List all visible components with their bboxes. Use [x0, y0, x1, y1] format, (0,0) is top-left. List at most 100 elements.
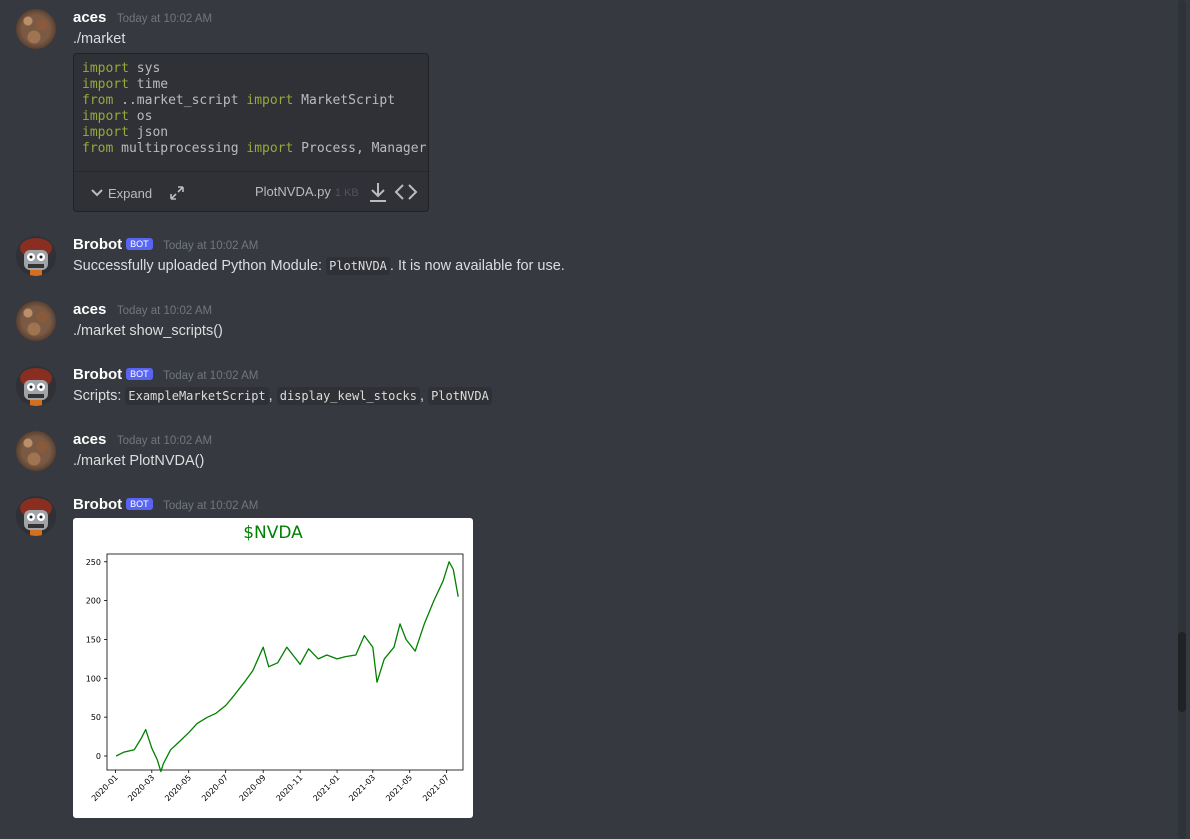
username[interactable]: aces — [73, 9, 106, 26]
view-code-icon[interactable] — [394, 181, 418, 203]
message-text: Successfully uploaded Python Module: Plo… — [73, 257, 565, 275]
x-tick-label: 2021-05 — [384, 773, 414, 803]
code-line: from ..market_script import MarketScript — [82, 93, 426, 109]
timestamp: Today at 10:02 AM — [163, 500, 259, 512]
x-tick-label: 2020-11 — [275, 773, 305, 803]
expand-label: Expand — [108, 185, 153, 201]
code-token: MarketScript — [293, 93, 396, 108]
message-text: ./market — [73, 31, 126, 47]
y-tick-label: 200 — [86, 597, 101, 606]
message-text: ./market show_scripts() — [73, 323, 223, 339]
avatar[interactable] — [16, 366, 56, 406]
code-keyword: from — [82, 93, 114, 108]
message-header: Brobot BOT Today at 10:02 AM — [73, 366, 258, 384]
fullscreen-icon[interactable] — [168, 184, 186, 202]
avatar[interactable] — [16, 496, 56, 536]
file-attachment: import sys import time from ..market_scrip… — [73, 53, 429, 212]
code-line: import json — [82, 125, 426, 141]
bot-avatar-icon — [16, 236, 56, 276]
timestamp: Today at 10:02 AM — [116, 13, 213, 25]
code-preview: import sys import time from ..market_scrip… — [82, 61, 426, 157]
message-header: aces Today at 10:02 AM — [73, 9, 212, 27]
message-header: Brobot BOT Today at 10:02 AM — [73, 496, 258, 514]
bot-avatar-icon — [16, 496, 56, 536]
code-line: import sys — [82, 61, 426, 77]
code-keyword: import — [82, 109, 129, 124]
y-tick-label: 100 — [86, 674, 101, 683]
nvda-chart: $NVDA0501001502002502020-01 2020-03 2020-0… — [86, 523, 464, 803]
inline-code: ExampleMarketScript — [125, 387, 269, 405]
code-line: import os — [82, 109, 426, 125]
bot-badge: BOT — [126, 498, 153, 510]
bot-avatar-icon — [16, 366, 56, 406]
text-segment: Successfully uploaded Python Module: — [73, 258, 327, 274]
code-keyword: import — [82, 77, 129, 92]
timestamp: Today at 10:02 AM — [163, 370, 259, 382]
x-tick-label: 2020-03 — [126, 773, 156, 803]
code-token: sys — [128, 61, 161, 76]
x-tick-label: 2020-07 — [200, 773, 230, 803]
username[interactable]: Brobot — [73, 496, 122, 513]
file-name[interactable]: PlotNVDA.py 1 KB — [255, 184, 359, 199]
y-tick-label: 150 — [86, 635, 101, 644]
expand-button[interactable]: Expand — [90, 184, 186, 202]
code-token: multiprocessing — [113, 141, 247, 156]
plot-frame — [106, 553, 464, 771]
username[interactable]: aces — [73, 301, 106, 318]
code-keyword: import — [82, 61, 129, 76]
x-tick-label: 2021-01 — [311, 773, 341, 803]
code-token: ..market_script — [113, 93, 247, 108]
file-name-text: PlotNVDA.py — [255, 184, 331, 199]
code-token: os — [128, 109, 153, 124]
separator: , — [420, 388, 425, 404]
scrollbar-track[interactable] — [1178, 0, 1186, 839]
message-text: Scripts: ExampleMarketScript, display_ke… — [73, 387, 492, 405]
chevron-down-icon — [91, 189, 103, 197]
code-token: Process, Manager — [293, 141, 427, 156]
avatar[interactable] — [16, 301, 56, 341]
inline-code: display_kewl_stocks — [276, 387, 420, 405]
inline-code: PlotNVDA — [326, 257, 390, 275]
username[interactable]: Brobot — [73, 236, 122, 253]
x-tick-label: 2020-09 — [238, 773, 268, 803]
text-segment: . It is now available for use. — [389, 258, 565, 274]
x-tick-label: 2020-05 — [163, 773, 193, 803]
message-header: aces Today at 10:02 AM — [73, 301, 212, 319]
x-tick-label: 2020-01 — [90, 773, 120, 803]
price-line — [115, 561, 459, 773]
bot-badge: BOT — [126, 238, 153, 250]
x-tick-label: 2021-03 — [347, 773, 377, 803]
avatar[interactable] — [16, 431, 56, 471]
attachment-footer: Expand PlotNVDA.py 1 KB — [74, 171, 428, 212]
timestamp: Today at 10:02 AM — [116, 305, 213, 317]
timestamp: Today at 10:02 AM — [116, 435, 213, 447]
code-keyword: import — [82, 125, 129, 140]
message-header: aces Today at 10:02 AM — [73, 431, 212, 449]
code-keyword: import — [246, 93, 294, 108]
y-tick-label: 50 — [91, 713, 101, 722]
username[interactable]: Brobot — [73, 366, 122, 383]
scrollbar-thumb[interactable] — [1178, 632, 1186, 712]
bot-badge: BOT — [126, 368, 153, 380]
inline-code: PlotNVDA — [428, 387, 492, 405]
separator: , — [268, 388, 273, 404]
y-tick-label: 250 — [86, 558, 101, 567]
avatar[interactable] — [16, 236, 56, 276]
code-line: from multiprocessing import Process, Man… — [82, 141, 426, 157]
avatar[interactable] — [16, 9, 56, 49]
text-segment: Scripts: — [73, 388, 126, 404]
code-line: import time — [82, 77, 426, 93]
code-token: json — [128, 125, 169, 140]
download-icon[interactable] — [368, 181, 388, 203]
code-keyword: from — [82, 141, 114, 156]
message-header: Brobot BOT Today at 10:02 AM — [73, 236, 258, 254]
x-tick-label: 2021-07 — [421, 773, 451, 803]
code-token: time — [128, 77, 169, 92]
username[interactable]: aces — [73, 431, 106, 448]
chart-title: $NVDA — [243, 523, 303, 543]
y-tick-label: 0 — [96, 752, 101, 761]
message-text: ./market PlotNVDA() — [73, 453, 205, 469]
timestamp: Today at 10:02 AM — [163, 240, 259, 252]
chart-image[interactable]: $NVDA 0 50 100 150 200 250 2020-01 2020-03 2020-0… — [73, 518, 473, 818]
file-size: 1 KB — [334, 187, 359, 199]
